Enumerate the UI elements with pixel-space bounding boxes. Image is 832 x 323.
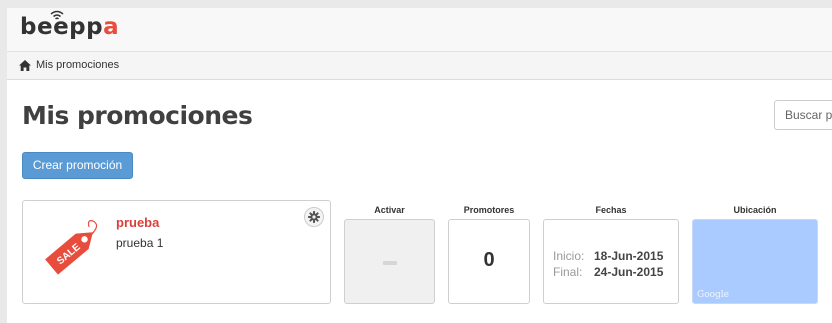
location-map[interactable]: Google	[692, 219, 818, 304]
end-date-row: Final: 24-Jun-2015	[553, 265, 663, 279]
breadcrumb: Mis promociones	[7, 52, 832, 80]
start-date-row: Inicio: 18-Jun-2015	[553, 249, 663, 263]
home-icon[interactable]	[19, 60, 31, 71]
wifi-icon	[50, 10, 64, 20]
activate-toggle[interactable]	[344, 219, 435, 304]
end-date-label: Final:	[553, 265, 583, 279]
start-date-label: Inicio:	[553, 249, 585, 263]
gear-icon	[308, 211, 320, 223]
end-date-value: 24-Jun-2015	[594, 265, 664, 279]
dates-box: Inicio: 18-Jun-2015 Final: 24-Jun-2015	[543, 219, 679, 304]
breadcrumb-item[interactable]: Mis promociones	[36, 59, 119, 71]
promotion-description: prueba 1	[116, 236, 164, 250]
promoters-count: 0	[483, 249, 495, 271]
logo[interactable]: beeppa	[20, 14, 119, 40]
settings-button[interactable]	[304, 207, 324, 227]
promotion-name[interactable]: prueba	[116, 215, 159, 230]
column-header-ubicacion: Ubicación	[733, 205, 777, 215]
column-header-promotores: Promotores	[463, 205, 515, 215]
promotion-card[interactable]: SALE prueba prueba 1	[22, 200, 331, 304]
column-header-activar: Activar	[374, 205, 405, 215]
app-frame: beeppa Mis promociones Mis promociones C…	[7, 8, 832, 323]
create-promotion-button[interactable]: Crear promoción	[22, 152, 133, 179]
google-attribution: Google	[697, 290, 729, 300]
toggle-placeholder	[383, 261, 397, 265]
promoters-box[interactable]: 0	[448, 219, 530, 304]
column-header-fechas: Fechas	[595, 205, 627, 215]
sale-tag-icon: SALE	[45, 220, 98, 275]
page-title: Mis promociones	[22, 101, 253, 130]
navbar: beeppa	[7, 8, 832, 52]
start-date-value: 18-Jun-2015	[594, 249, 664, 263]
search-input[interactable]	[774, 100, 832, 130]
